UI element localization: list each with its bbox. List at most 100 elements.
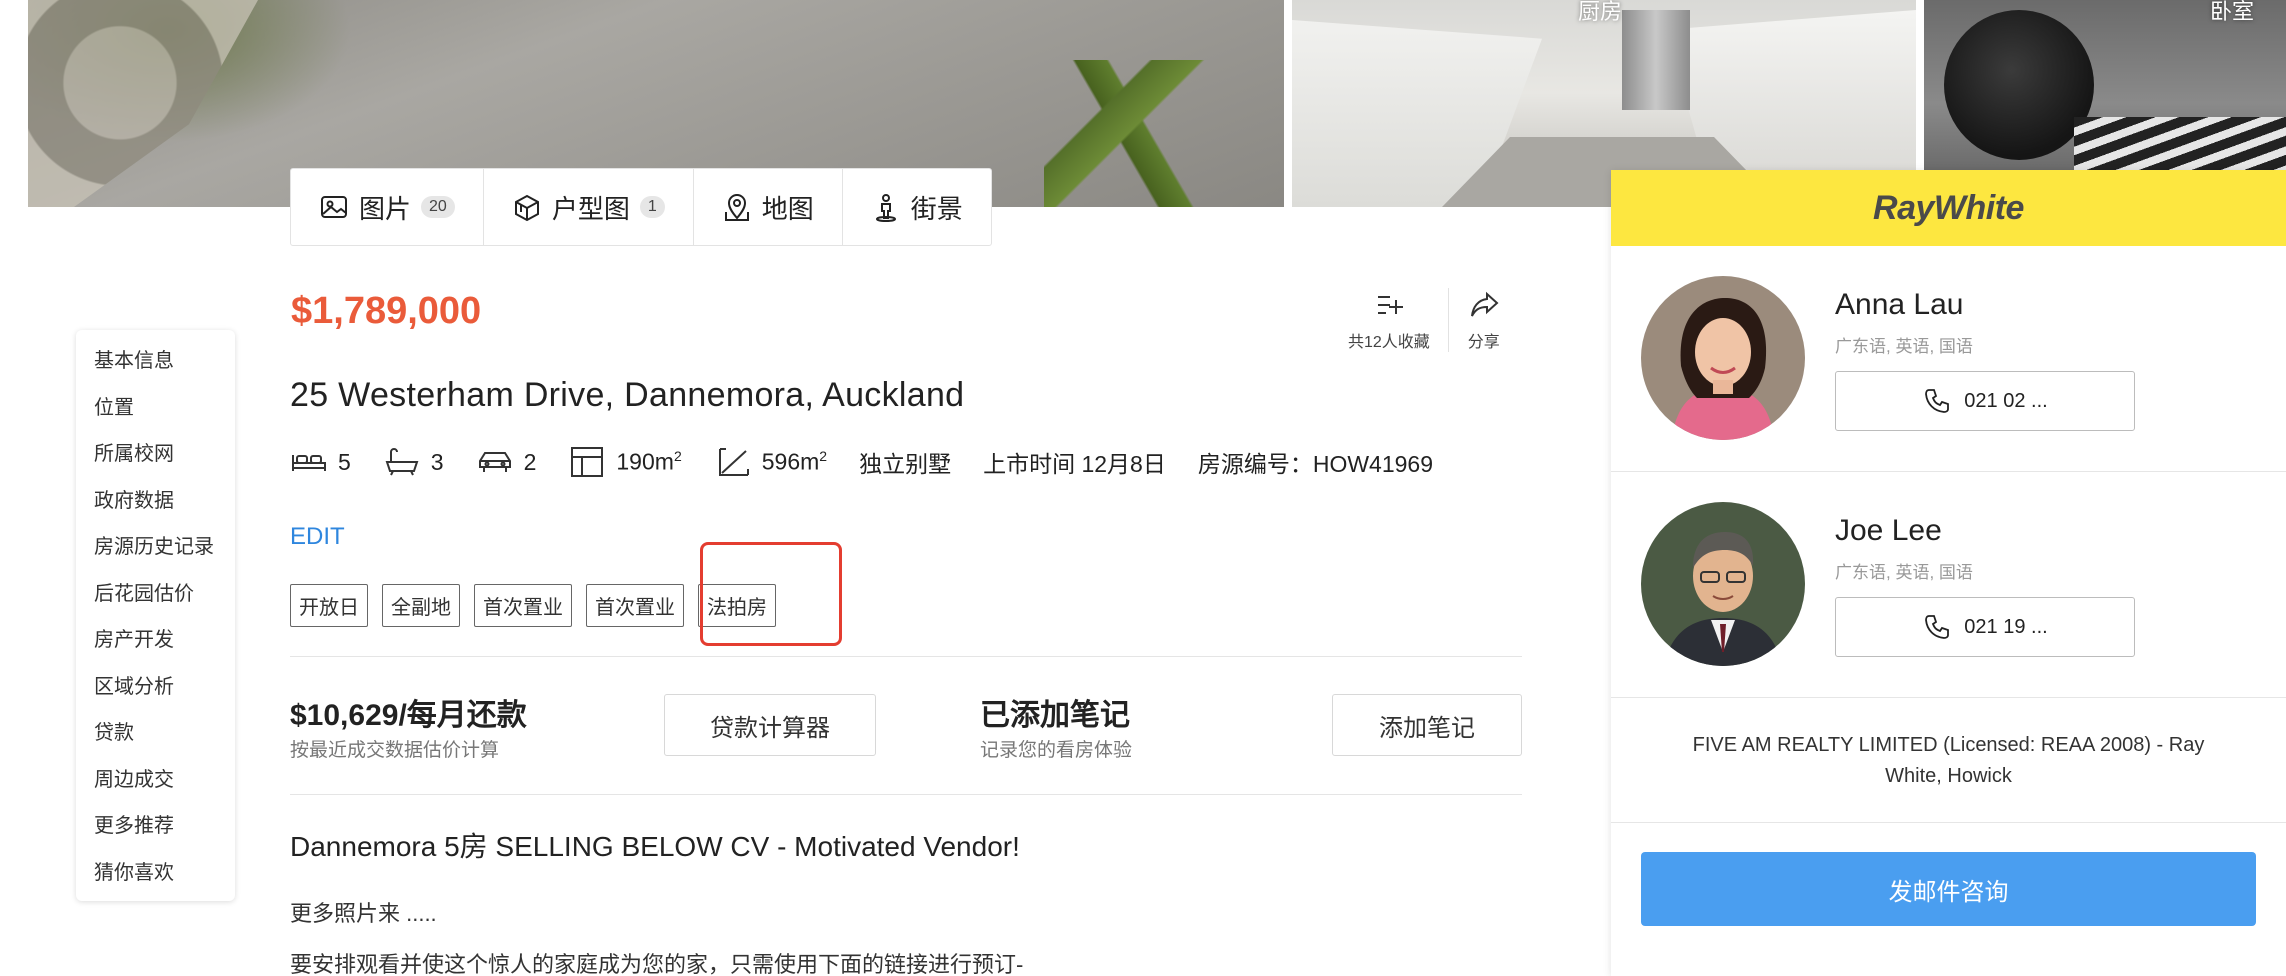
agent-joe-lee: Joe Lee 广东语, 英语, 国语 021 19 ... xyxy=(1611,472,2286,698)
agent-phone-number: 021 19 ... xyxy=(1964,615,2048,638)
nav-item-loan[interactable]: 贷款 xyxy=(76,710,235,757)
floor-area-icon xyxy=(571,447,604,477)
avatar[interactable] xyxy=(1641,276,1805,440)
nav-item-listing-history[interactable]: 房源历史记录 xyxy=(76,524,235,571)
tag-first-home-2[interactable]: 首次置业 xyxy=(586,584,684,627)
mortgage-payment: $10,629/每月还款 xyxy=(290,699,527,732)
phone-icon xyxy=(1925,389,1950,413)
agent-phone-number: 021 02 ... xyxy=(1964,389,2048,412)
divider-bottom xyxy=(290,794,1522,795)
section-nav: 基本信息 位置 所属校网 政府数据 房源历史记录 后花园估价 房产开发 区域分析… xyxy=(76,330,235,901)
tab-map[interactable]: 地图 xyxy=(694,169,843,245)
nav-item-school-zone[interactable]: 所属校网 xyxy=(76,431,235,478)
floor-area-feature: 190m2 xyxy=(568,445,682,479)
land-area-feature: 596m2 xyxy=(714,445,827,479)
land-area-icon xyxy=(718,448,749,476)
agent-languages: 广东语, 英语, 国语 xyxy=(1835,563,1973,582)
car-icon xyxy=(478,452,511,472)
agency-brand-band: RayWhite xyxy=(1611,170,2286,246)
bathrooms-feature: 3 xyxy=(383,445,444,479)
media-tabs: 图片 20 户型图 1 地图 街景 xyxy=(290,168,992,246)
notes-title: 已添加笔记 xyxy=(980,699,1130,732)
image-icon xyxy=(321,196,347,218)
floorplan-count-badge: 1 xyxy=(639,196,665,218)
listing-actions: 共12人收藏 分享 xyxy=(1330,288,1519,352)
notes-subtitle: 记录您的看房体验 xyxy=(980,740,1133,761)
tab-photos-label: 图片 xyxy=(359,193,412,224)
land-area-value: 596m2 xyxy=(761,448,828,475)
favorite-button[interactable]: 共12人收藏 xyxy=(1330,288,1448,352)
agent-anna-lau: Anna Lau 广东语, 英语, 国语 021 02 ... xyxy=(1611,246,2286,472)
mortgage-subtitle: 按最近成交数据估价计算 xyxy=(290,740,500,761)
garden-rocks xyxy=(28,0,258,207)
divider-top xyxy=(290,656,1522,657)
parking-count: 2 xyxy=(523,448,537,475)
agent-card: RayWhite Anna Lau 广东语, 英语, 国语 021 02 ... xyxy=(1611,170,2286,976)
agent-photo-anna xyxy=(1641,276,1805,440)
divider xyxy=(1611,822,2286,823)
listing-address: 25 Westerham Drive, Dannemora, Auckland xyxy=(290,376,965,414)
agent-name: Joe Lee xyxy=(1835,514,1942,547)
nav-item-location[interactable]: 位置 xyxy=(76,385,235,432)
loan-calculator-button[interactable]: 贷款计算器 xyxy=(664,694,876,756)
share-button[interactable]: 分享 xyxy=(1447,288,1519,352)
description-line-1: 更多照片来 ..... xyxy=(290,901,437,926)
tag-open-home[interactable]: 开放日 xyxy=(290,584,368,627)
tab-photos[interactable]: 图片 20 xyxy=(291,169,484,245)
listing-id: 房源编号：HOW41969 xyxy=(1197,451,1434,477)
agent-phone-button[interactable]: 021 02 ... xyxy=(1835,371,2135,431)
agency-company-name: FIVE AM REALTY LIMITED (Licensed: REAA 2… xyxy=(1692,734,2205,787)
edit-link[interactable]: EDIT xyxy=(290,523,345,551)
bedroom-chair xyxy=(1944,10,2094,160)
phone-icon xyxy=(1925,615,1950,639)
dishwasher xyxy=(1622,10,1690,110)
kitchen-photo-label: 厨房 xyxy=(1578,0,1623,24)
tab-floorplan[interactable]: 户型图 1 xyxy=(484,169,694,245)
parking-feature: 2 xyxy=(476,445,537,479)
agent-phone-button[interactable]: 021 19 ... xyxy=(1835,597,2135,657)
nav-item-area-analysis[interactable]: 区域分析 xyxy=(76,664,235,711)
add-note-button[interactable]: 添加笔记 xyxy=(1332,694,1522,756)
tag-full-site[interactable]: 全副地 xyxy=(382,584,460,627)
bedroom-photo-label: 卧室 xyxy=(2210,0,2255,24)
bedrooms-count: 5 xyxy=(338,448,351,475)
tab-map-label: 地图 xyxy=(761,193,814,224)
tab-floorplan-label: 户型图 xyxy=(551,193,630,224)
nav-item-government-data[interactable]: 政府数据 xyxy=(76,478,235,525)
description-line-2: 要安排观看并使这个惊人的家庭成为您的家，只需使用下面的链接进行预订- xyxy=(290,952,1024,976)
listed-date: 上市时间 12月8日 xyxy=(983,451,1166,477)
nav-item-nearby-sales[interactable]: 周边成交 xyxy=(76,757,235,804)
agent-photo-joe xyxy=(1641,502,1805,666)
bed-icon xyxy=(292,455,326,471)
property-type: 独立别墅 xyxy=(859,451,952,477)
avatar[interactable] xyxy=(1641,502,1805,666)
nav-item-more-recommendations[interactable]: 更多推荐 xyxy=(76,803,235,850)
bedrooms-feature: 5 xyxy=(290,445,351,479)
floor-area-value: 190m2 xyxy=(616,448,682,475)
palm-leaves xyxy=(1044,60,1244,207)
photos-count-badge: 20 xyxy=(421,196,455,218)
tag-first-home[interactable]: 首次置业 xyxy=(474,584,572,627)
listing-price: $1,789,000 xyxy=(291,290,482,332)
tab-street-view-label: 街景 xyxy=(910,193,963,224)
bathtub-icon xyxy=(385,448,419,476)
description-title: Dannemora 5房 SELLING BELOW CV - Motivate… xyxy=(290,831,1020,862)
nav-item-development[interactable]: 房产开发 xyxy=(76,617,235,664)
favorite-count-label: 共12人收藏 xyxy=(1348,334,1430,351)
agent-name: Anna Lau xyxy=(1835,288,1964,321)
email-inquiry-button[interactable]: 发邮件咨询 xyxy=(1641,852,2256,926)
nav-item-basic-info[interactable]: 基本信息 xyxy=(76,338,235,385)
map-pin-icon xyxy=(724,194,749,221)
tab-street-view[interactable]: 街景 xyxy=(843,169,991,245)
street-view-icon xyxy=(875,194,896,222)
nav-item-you-may-like[interactable]: 猜你喜欢 xyxy=(76,850,235,897)
annotation-highlight-box xyxy=(700,542,842,646)
property-features: 5 3 2 190m2 596m2 独立别墅 上市时间 12月8日 房源编号：H… xyxy=(290,441,1465,483)
bathrooms-count: 3 xyxy=(430,448,444,475)
share-label: 分享 xyxy=(1467,334,1500,351)
nav-item-valuation[interactable]: 后花园估价 xyxy=(76,571,235,618)
agent-languages: 广东语, 英语, 国语 xyxy=(1835,337,1973,356)
add-to-favorites-icon xyxy=(1377,296,1403,314)
raywhite-logo: RayWhite xyxy=(1873,188,2024,227)
floorplan-icon xyxy=(514,194,539,222)
